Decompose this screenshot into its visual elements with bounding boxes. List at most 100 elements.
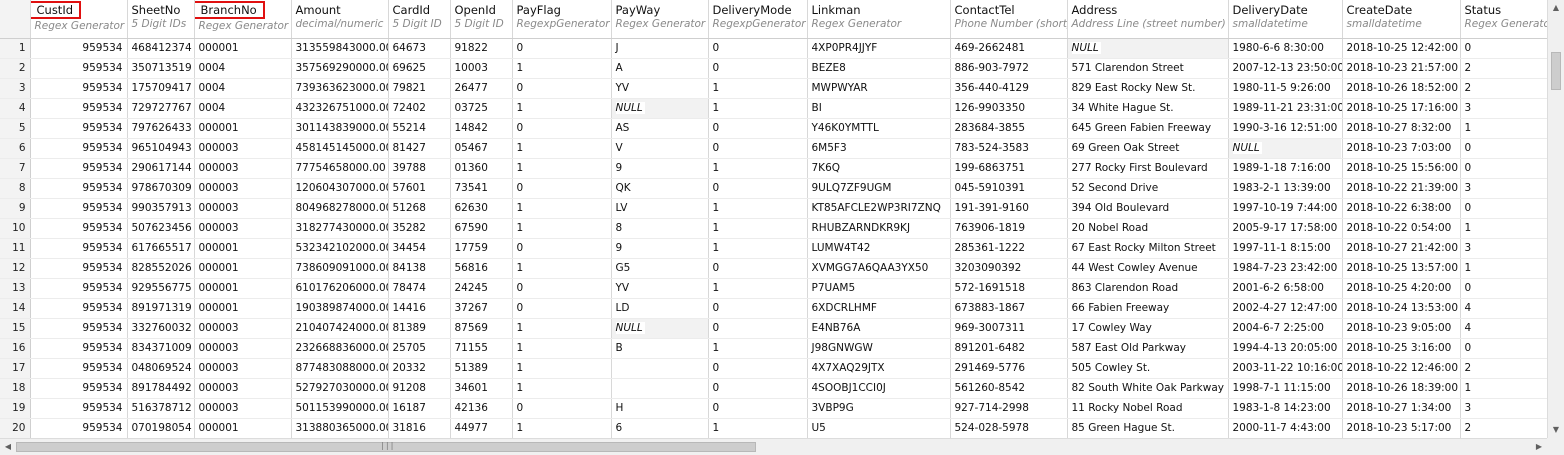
cell-custid[interactable]: 959534	[30, 398, 128, 419]
horizontal-scrollbar[interactable]: ◀ ||| ▶	[0, 438, 1547, 455]
cell-amount[interactable]: 232668836000.00	[291, 338, 389, 359]
cell-custid[interactable]: 959534	[30, 98, 128, 119]
cell-cardid[interactable]: 91208	[388, 378, 451, 399]
row-number[interactable]: 7	[0, 158, 31, 179]
cell-payway[interactable]: 9	[611, 158, 709, 179]
cell-address[interactable]: 394 Old Boulevard	[1067, 198, 1229, 219]
cell-status[interactable]: 0	[1460, 278, 1547, 299]
cell-cardid[interactable]: 84138	[388, 258, 451, 279]
column-header-address[interactable]: Address Address Line (street number)	[1067, 0, 1229, 39]
cell-sheetno[interactable]: 048069524	[127, 358, 195, 379]
cell-contacttel[interactable]: 783-524-3583	[950, 138, 1068, 159]
cell-deliverydate[interactable]: 2002-4-27 12:47:00	[1228, 298, 1343, 319]
cell-linkman[interactable]: LUMW4T42	[807, 238, 951, 259]
cell-branchno[interactable]: 000001	[194, 238, 292, 259]
cell-deliverymode[interactable]: 0	[708, 398, 808, 419]
cell-linkman[interactable]: 6M5F3	[807, 138, 951, 159]
cell-linkman[interactable]: 7K6Q	[807, 158, 951, 179]
row-number[interactable]: 11	[0, 238, 31, 259]
cell-linkman[interactable]: 6XDCRLHMF	[807, 298, 951, 319]
cell-status[interactable]: 2	[1460, 358, 1547, 379]
cell-openid[interactable]: 71155	[450, 338, 513, 359]
row-number[interactable]: 6	[0, 138, 31, 159]
cell-createdate[interactable]: 2018-10-24 13:53:00	[1342, 298, 1461, 319]
cell-status[interactable]: 1	[1460, 118, 1547, 139]
scroll-up-icon[interactable]: ▲	[1548, 0, 1564, 16]
cell-openid[interactable]: 34601	[450, 378, 513, 399]
cell-cardid[interactable]: 35282	[388, 218, 451, 239]
cell-deliverydate[interactable]: 1994-4-13 20:05:00	[1228, 338, 1343, 359]
cell-contacttel[interactable]: 045-5910391	[950, 178, 1068, 199]
cell-address[interactable]: 571 Clarendon Street	[1067, 58, 1229, 79]
cell-openid[interactable]: 05467	[450, 138, 513, 159]
cell-openid[interactable]: 62630	[450, 198, 513, 219]
cell-address[interactable]: 44 West Cowley Avenue	[1067, 258, 1229, 279]
cell-createdate[interactable]: 2018-10-25 12:42:00	[1342, 38, 1461, 59]
cell-linkman[interactable]: J98GNWGW	[807, 338, 951, 359]
cell-sheetno[interactable]: 468412374	[127, 38, 195, 59]
table-row[interactable]: 12 959534 828552026 000001 738609091000.00 84…	[0, 258, 1547, 279]
cell-payflag[interactable]: 1	[512, 138, 612, 159]
cell-cardid[interactable]: 81427	[388, 138, 451, 159]
cell-branchno[interactable]: 000003	[194, 178, 292, 199]
row-number-header[interactable]	[0, 0, 31, 39]
cell-linkman[interactable]: XVMGG7A6QAA3YX50	[807, 258, 951, 279]
column-header-amount[interactable]: Amount decimal/numeric	[291, 0, 389, 39]
cell-custid[interactable]: 959534	[30, 338, 128, 359]
cell-address[interactable]: 277 Rocky First Boulevard	[1067, 158, 1229, 179]
cell-createdate[interactable]: 2018-10-23 21:57:00	[1342, 58, 1461, 79]
cell-createdate[interactable]: 2018-10-22 0:54:00	[1342, 218, 1461, 239]
cell-createdate[interactable]: 2018-10-23 5:17:00	[1342, 418, 1461, 438]
cell-createdate[interactable]: 2018-10-26 18:39:00	[1342, 378, 1461, 399]
cell-branchno[interactable]: 000003	[194, 358, 292, 379]
cell-amount[interactable]: 610176206000.00	[291, 278, 389, 299]
cell-amount[interactable]: 313880365000.00	[291, 418, 389, 438]
cell-branchno[interactable]: 000003	[194, 138, 292, 159]
cell-payway[interactable]: YV	[611, 278, 709, 299]
cell-openid[interactable]: 42136	[450, 398, 513, 419]
row-number[interactable]: 9	[0, 198, 31, 219]
cell-payway[interactable]: H	[611, 398, 709, 419]
cell-sheetno[interactable]: 290617144	[127, 158, 195, 179]
cell-status[interactable]: 3	[1460, 398, 1547, 419]
cell-cardid[interactable]: 20332	[388, 358, 451, 379]
table-row[interactable]: 6 959534 965104943 000003 458145145000.00 814…	[0, 138, 1547, 159]
cell-custid[interactable]: 959534	[30, 238, 128, 259]
cell-status[interactable]: 1	[1460, 258, 1547, 279]
cell-cardid[interactable]: 14416	[388, 298, 451, 319]
cell-cardid[interactable]: 72402	[388, 98, 451, 119]
row-number[interactable]: 17	[0, 358, 31, 379]
cell-deliverymode[interactable]: 0	[708, 178, 808, 199]
cell-custid[interactable]: 959534	[30, 58, 128, 79]
cell-status[interactable]: 3	[1460, 178, 1547, 199]
cell-payway[interactable]: V	[611, 138, 709, 159]
column-header-cardid[interactable]: CardId 5 Digit ID	[388, 0, 451, 39]
cell-amount[interactable]: 527927030000.00	[291, 378, 389, 399]
cell-contacttel[interactable]: 969-3007311	[950, 318, 1068, 339]
cell-branchno[interactable]: 000001	[194, 418, 292, 438]
table-row[interactable]: 7 959534 290617144 000003 77754658000.00 3978…	[0, 158, 1547, 179]
cell-linkman[interactable]: 4XP0PR4JJYF	[807, 38, 951, 59]
cell-address[interactable]: 34 White Hague St.	[1067, 98, 1229, 119]
cell-branchno[interactable]: 000003	[194, 318, 292, 339]
cell-payway[interactable]: 8	[611, 218, 709, 239]
cell-sheetno[interactable]: 828552026	[127, 258, 195, 279]
cell-address[interactable]: 20 Nobel Road	[1067, 218, 1229, 239]
cell-deliverymode[interactable]: 1	[708, 238, 808, 259]
cell-deliverydate[interactable]: 2005-9-17 17:58:00	[1228, 218, 1343, 239]
row-number[interactable]: 14	[0, 298, 31, 319]
cell-cardid[interactable]: 57601	[388, 178, 451, 199]
cell-cardid[interactable]: 25705	[388, 338, 451, 359]
cell-payway[interactable]	[611, 378, 709, 399]
cell-amount[interactable]: 318277430000.00	[291, 218, 389, 239]
cell-openid[interactable]: 44977	[450, 418, 513, 438]
row-number[interactable]: 20	[0, 418, 31, 438]
cell-status[interactable]: 2	[1460, 78, 1547, 99]
cell-payway[interactable]: QK	[611, 178, 709, 199]
cell-sheetno[interactable]: 175709417	[127, 78, 195, 99]
cell-amount[interactable]: 210407424000.00	[291, 318, 389, 339]
cell-payway[interactable]	[611, 358, 709, 379]
cell-payway[interactable]: YV	[611, 78, 709, 99]
cell-deliverydate[interactable]: 1997-11-1 8:15:00	[1228, 238, 1343, 259]
table-row[interactable]: 8 959534 978670309 000003 120604307000.00 576…	[0, 178, 1547, 199]
